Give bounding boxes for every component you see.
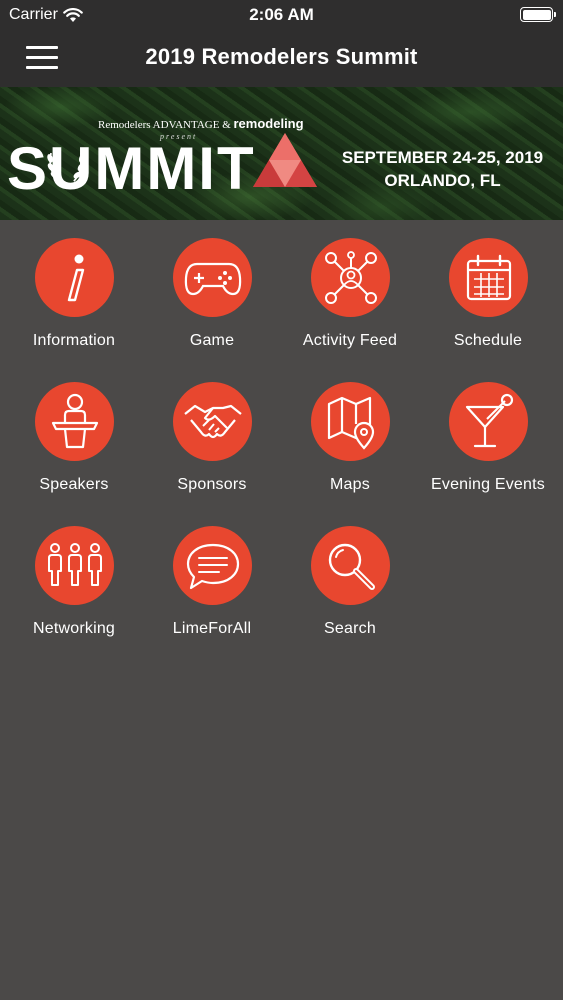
calendar-icon: [449, 238, 528, 317]
speaker-podium-icon: [35, 382, 114, 461]
tile-networking[interactable]: Networking: [4, 523, 144, 653]
tile-label: Search: [324, 620, 376, 637]
event-date-text: SEPTEMBER 24-25, 2019: [341, 148, 544, 167]
status-time: 2:06 AM: [249, 5, 314, 24]
chat-bubble-icon: [173, 526, 252, 605]
presenter-ampersand: &: [222, 119, 231, 131]
tile-label: Activity Feed: [302, 332, 398, 349]
search-icon: [311, 526, 390, 605]
laurel-wreath-icon: [47, 152, 85, 182]
tile-label: Networking: [32, 620, 116, 637]
gamepad-icon: [173, 238, 252, 317]
handshake-icon: [173, 382, 252, 461]
tile-limeforall[interactable]: LimeForAll: [142, 523, 282, 653]
tile-label: Evening Events: [431, 476, 545, 493]
cocktail-icon: [449, 382, 528, 461]
tile-label: LimeForAll: [172, 620, 252, 637]
page-title: 2019 Remodelers Summit: [145, 44, 418, 69]
battery-icon: [520, 7, 556, 22]
tile-maps[interactable]: Maps: [280, 379, 420, 509]
tile-label: Sponsors: [177, 476, 247, 493]
event-dates: SEPTEMBER 24-25, 2019 ORLANDO, FL: [330, 146, 555, 192]
tile-label: Maps: [330, 476, 370, 493]
tile-evening-events[interactable]: Evening Events: [418, 379, 558, 509]
triangle-logo-icon: [253, 133, 317, 187]
tile-speakers[interactable]: Speakers: [4, 379, 144, 509]
presenter-remodelers-advantage: Remodelers ADVANTAGE: [98, 119, 220, 131]
map-icon: [311, 382, 390, 461]
presenter-remodeling: remodeling: [233, 116, 304, 131]
tile-label: Speakers: [39, 476, 109, 493]
tile-search[interactable]: Search: [280, 523, 420, 653]
event-location-text: ORLANDO, FL: [384, 171, 501, 190]
status-bar: Carrier 2:06 AM: [0, 0, 563, 30]
tile-game[interactable]: Game: [142, 235, 282, 365]
tile-label: Information: [32, 332, 116, 349]
tile-activity-feed[interactable]: Activity Feed: [280, 235, 420, 365]
tile-sponsors[interactable]: Sponsors: [142, 379, 282, 509]
information-icon: [35, 238, 114, 317]
tile-label: Game: [189, 332, 235, 349]
activity-feed-icon: [311, 238, 390, 317]
banner-presenters: Remodelers ADVANTAGE & remodeling: [98, 116, 304, 131]
people-icon: [35, 526, 114, 605]
tile-information[interactable]: Information: [4, 235, 144, 365]
tile-schedule[interactable]: Schedule: [418, 235, 558, 365]
nav-bar: 2019 Remodelers Summit: [0, 30, 563, 87]
tile-label: Schedule: [453, 332, 523, 349]
